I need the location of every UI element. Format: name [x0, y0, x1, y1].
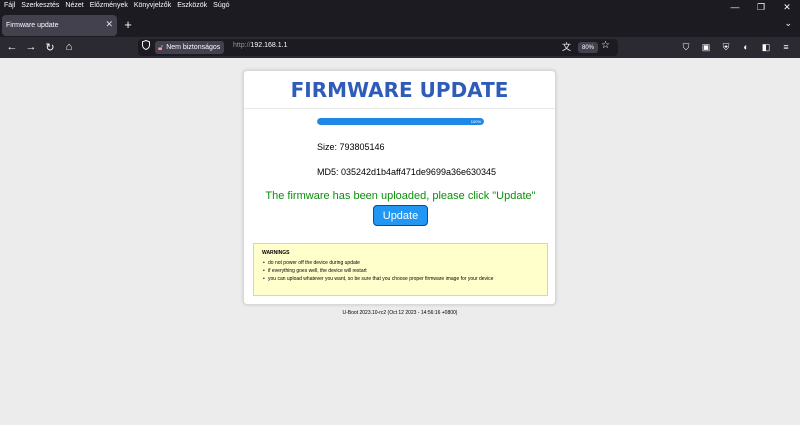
upload-success-message: The firmware has been uploaded, please c… — [265, 190, 536, 202]
firmware-size: Size: 793805146 — [317, 142, 385, 152]
menu-tools[interactable]: Eszközök — [174, 0, 210, 12]
progress-label: 100% — [470, 119, 481, 124]
back-icon[interactable]: ← — [4, 39, 20, 55]
toolbar-icons: ⛉ ▣ ⛨ ◐ ◧ ≡ — [676, 39, 796, 55]
warning-item: you can upload whatever you want, so be … — [262, 275, 539, 283]
sidebar-icon[interactable]: ▣ — [696, 39, 716, 55]
warnings-list: do not power off the device during updat… — [262, 259, 539, 283]
menu-edit[interactable]: Szerkesztés — [18, 0, 62, 12]
tab-firmware-update[interactable]: Firmware update ✕ — [2, 15, 117, 36]
close-tab-icon[interactable]: ✕ — [105, 19, 113, 30]
zoom-level-badge[interactable]: 80% — [578, 42, 599, 53]
menu-history[interactable]: Előzmények — [87, 0, 131, 12]
menu-help[interactable]: Súgó — [210, 0, 232, 12]
firmware-md5: MD5: 035242d1b4aff471de9699a36e630345 — [317, 167, 497, 177]
translate-icon[interactable]: 文 — [562, 40, 571, 53]
bookmark-star-icon[interactable]: ☆ — [601, 40, 610, 51]
home-icon[interactable]: ⌂ — [61, 39, 77, 55]
reload-icon[interactable]: ↻ — [42, 39, 58, 55]
forward-icon[interactable]: → — [23, 39, 39, 55]
security-label: Nem biztonságos — [166, 44, 221, 51]
uboot-version-footer: U-Boot 2023.10-rc2 (Oct 12 2023 - 14:56:… — [342, 310, 458, 316]
menu-bookmarks[interactable]: Könyvjelzők — [131, 0, 174, 12]
menu-file[interactable]: Fájl — [0, 0, 18, 12]
warnings-title: WARNINGS — [262, 250, 290, 256]
url-text[interactable]: http://192.168.1.1 — [233, 42, 288, 49]
card-header: FIRMWARE UPDATE — [244, 71, 555, 109]
insecure-lock-icon: 🔓︎ — [158, 42, 164, 52]
warning-item: do not power off the device during updat… — [262, 259, 539, 267]
site-security-indicator[interactable]: 🔓︎ Nem biztonságos — [155, 41, 225, 54]
tab-strip: Firmware update ✕ + ⌄ — [0, 12, 800, 37]
bookmarks-icon[interactable]: ◧ — [756, 39, 776, 55]
menu-view[interactable]: Nézet — [62, 0, 86, 12]
menu-icon[interactable]: ≡ — [776, 39, 796, 55]
navigation-bar: ← → ↻ ⌂ 🔓︎ Nem biztonságos http://192.16… — [0, 37, 800, 58]
url-host: 192.168.1.1 — [250, 42, 288, 49]
firmware-update-card: FIRMWARE UPDATE 100% Size: 793805146 MD5… — [243, 70, 556, 305]
progress-fill: 100% — [317, 118, 484, 125]
page-title: FIRMWARE UPDATE — [290, 78, 509, 102]
tab-title: Firmware update — [6, 22, 59, 29]
container-icon[interactable]: ⛨ — [716, 39, 736, 55]
warnings-box: WARNINGS do not power off the device dur… — [253, 243, 548, 296]
tracking-protection-shield-icon[interactable] — [142, 39, 150, 52]
upload-progress-bar: 100% — [317, 118, 484, 125]
address-bar[interactable]: 🔓︎ Nem biztonságos http://192.168.1.1 文 … — [138, 39, 618, 56]
extension-icon[interactable]: ◐ — [736, 39, 756, 55]
save-to-pocket-icon[interactable]: ⛉ — [676, 39, 696, 55]
new-tab-button[interactable]: + — [121, 17, 135, 32]
list-all-tabs-icon[interactable]: ⌄ — [784, 18, 792, 29]
update-button[interactable]: Update — [373, 205, 428, 226]
menu-bar: Fájl Szerkesztés Nézet Előzmények Könyvj… — [0, 0, 800, 12]
shield-icon — [142, 39, 150, 51]
url-scheme: http:// — [233, 42, 251, 49]
warning-item: if everything goes well, the device will… — [262, 267, 539, 275]
